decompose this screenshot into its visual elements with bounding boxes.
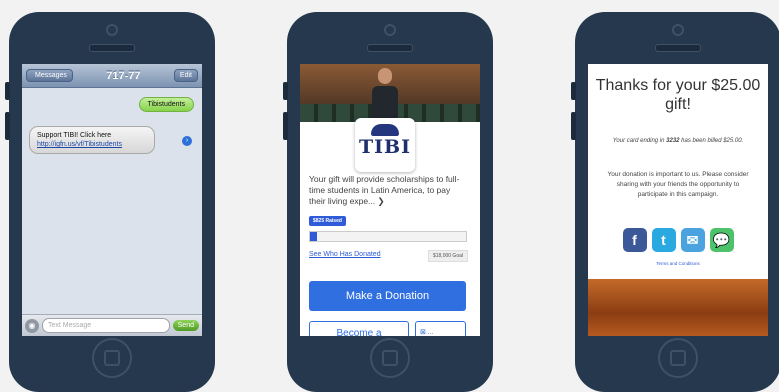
billing-prefix: Your card ending in	[612, 138, 667, 144]
volume-up-button	[283, 112, 288, 140]
outgoing-message-bubble: Tibistudents	[138, 97, 194, 112]
become-button[interactable]: Become a	[309, 321, 409, 336]
wood-background	[588, 279, 768, 336]
billing-note: Your card ending in 3232 has been billed…	[602, 137, 754, 146]
billing-suffix: has been billed $25.00.	[679, 138, 744, 144]
mute-switch	[571, 82, 576, 100]
volume-up-button	[571, 112, 576, 140]
phone-thanks: Thanks for your $25.00 gift! Your card e…	[571, 12, 779, 392]
make-donation-button[interactable]: Make a Donation	[309, 281, 466, 311]
who-donated-link[interactable]: See Who Has Donated	[309, 251, 381, 258]
mute-switch	[283, 82, 288, 100]
messages-back-button[interactable]: Messages	[26, 69, 73, 82]
home-button	[92, 338, 132, 378]
send-button[interactable]: Send	[172, 320, 199, 331]
card-last4: 3232	[666, 138, 680, 144]
front-camera	[672, 24, 684, 36]
home-button	[370, 338, 410, 378]
home-button	[658, 338, 698, 378]
edit-button[interactable]: Edit	[173, 69, 198, 82]
share-prompt: Your donation is important to us. Please…	[607, 171, 749, 198]
campaign-description[interactable]: Your gift will provide scholarships to f…	[309, 174, 469, 207]
raised-badge: $825 Raised	[309, 216, 346, 226]
facebook-icon[interactable]: f	[622, 228, 647, 252]
campaign-screen: TIBI Your gift will provide scholarships…	[300, 64, 480, 336]
phone-campaign: TIBI Your gift will provide scholarships…	[283, 12, 493, 392]
progress-fill	[310, 232, 318, 241]
social-share-row: f t ✉ 💬	[588, 228, 768, 252]
email-icon[interactable]: ✉	[680, 228, 705, 252]
thanks-title: Thanks for your $25.00 gift!	[595, 77, 761, 113]
campaign-link[interactable]: http://igfn.us/vf/Tibistudents	[37, 140, 147, 149]
thanks-screen: Thanks for your $25.00 gift! Your card e…	[588, 64, 768, 336]
incoming-message-text: Support TIBI! Click here	[37, 132, 112, 139]
front-camera	[384, 24, 396, 36]
speaker	[655, 44, 701, 52]
sms-icon[interactable]: 💬	[709, 228, 734, 252]
camera-icon[interactable]: ◉	[25, 318, 39, 333]
twitter-icon[interactable]: t	[651, 228, 676, 252]
mute-switch	[5, 82, 10, 100]
logo-text: TIBI	[359, 136, 411, 158]
share-button[interactable]: ⊠ ...	[415, 321, 466, 336]
phone-sms: Messages 717-77 Edit Tibistudents Suppor…	[5, 12, 215, 392]
sms-screen: Messages 717-77 Edit Tibistudents Suppor…	[22, 64, 202, 336]
conversation-title: 717-77	[106, 69, 141, 82]
chevron-right-icon[interactable]: ›	[182, 136, 192, 146]
globe-icon	[371, 124, 399, 136]
progress-bar	[309, 231, 467, 242]
message-input-bar: ◉ Text Message Send	[22, 314, 202, 336]
sms-navbar: Messages 717-77 Edit	[22, 64, 202, 88]
incoming-message-bubble: Support TIBI! Click here http://igfn.us/…	[29, 126, 155, 154]
goal-label: $18,000 Goal	[427, 250, 468, 262]
speaker	[367, 44, 413, 52]
front-camera	[106, 24, 118, 36]
hero-photo	[300, 64, 480, 122]
speaker-person	[372, 68, 398, 122]
message-input[interactable]: Text Message	[42, 318, 170, 333]
volume-up-button	[5, 112, 10, 140]
speaker	[89, 44, 135, 52]
terms-link[interactable]: Terms and Conditions	[588, 261, 768, 266]
tibi-logo: TIBI	[355, 118, 415, 172]
